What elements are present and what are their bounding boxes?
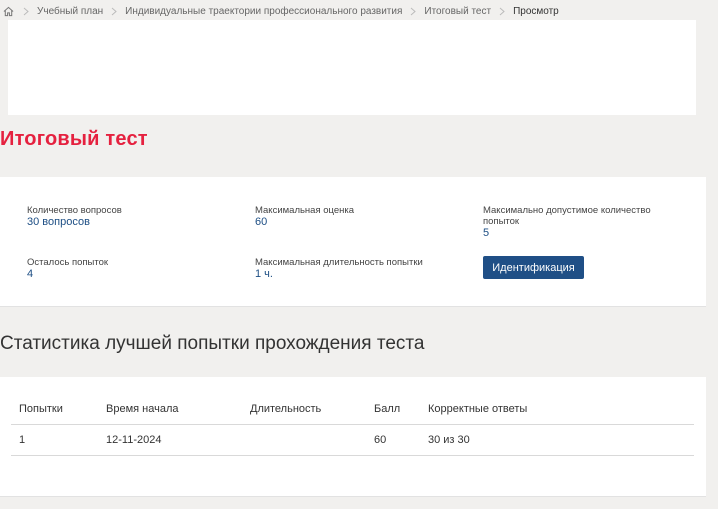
column-header-correct-answers: Корректные ответы <box>420 395 694 425</box>
stats-card: Попытки Время начала Длительность Балл К… <box>0 377 706 497</box>
column-header-attempts: Попытки <box>11 395 98 425</box>
chevron-right-icon <box>111 7 117 16</box>
cell-correct-answers: 30 из 30 <box>420 424 694 456</box>
page-title: Итоговый тест <box>0 128 148 150</box>
column-header-score: Балл <box>366 395 420 425</box>
max-duration-field: Максимальная длительность попытки 1 ч. <box>255 257 423 281</box>
max-score-field: Максимальная оценка 60 <box>255 205 354 229</box>
questions-count-field: Количество вопросов 30 вопросов <box>27 205 122 229</box>
stats-section-title: Статистика лучшей попытки прохождения те… <box>0 333 425 354</box>
remaining-attempts-field: Осталось попыток 4 <box>27 257 108 281</box>
chevron-right-icon <box>499 7 505 16</box>
test-info-card: Количество вопросов 30 вопросов Максимал… <box>0 177 706 307</box>
banner-area <box>8 20 696 115</box>
home-icon[interactable] <box>1 4 15 18</box>
chevron-right-icon <box>410 7 417 16</box>
breadcrumb-item-view: Просмотр <box>513 5 559 17</box>
breadcrumb-item-final-test[interactable]: Итоговый тест <box>424 6 491 17</box>
max-attempts-label: Максимально допустимое количество попыто… <box>483 205 651 227</box>
cell-score: 60 <box>366 424 420 456</box>
max-score-label: Максимальная оценка <box>255 205 355 216</box>
stats-table: Попытки Время начала Длительность Балл К… <box>11 395 694 456</box>
breadcrumb-item-curriculum[interactable]: Учебный план <box>37 6 103 17</box>
column-header-duration: Длительность <box>242 395 366 425</box>
max-duration-value: 1 ч. <box>255 268 273 280</box>
cell-duration <box>242 424 366 456</box>
max-duration-label: Максимальная длительность попытки <box>255 257 423 268</box>
identification-button[interactable]: Идентификация <box>483 256 584 279</box>
breadcrumb-item-trajectories[interactable]: Индивидуальные траектории профессиональн… <box>125 6 402 17</box>
remaining-attempts-value: 4 <box>27 268 34 280</box>
cell-start-time: 12-11-2024 <box>98 424 242 456</box>
remaining-attempts-label: Осталось попыток <box>27 257 109 268</box>
breadcrumb: Учебный план Индивидуальные траектории п… <box>0 0 718 22</box>
max-attempts-value: 5 <box>483 227 490 239</box>
table-header-row: Попытки Время начала Длительность Балл К… <box>11 395 694 425</box>
chevron-right-icon <box>23 7 29 16</box>
column-header-start-time: Время начала <box>98 395 242 425</box>
table-row: 1 12-11-2024 60 30 из 30 <box>11 424 694 456</box>
questions-count-label: Количество вопросов <box>27 205 122 216</box>
max-score-value: 60 <box>255 216 268 228</box>
questions-count-value: 30 вопросов <box>27 216 90 228</box>
cell-attempt: 1 <box>11 424 98 456</box>
max-attempts-field: Максимально допустимое количество попыто… <box>483 205 663 240</box>
